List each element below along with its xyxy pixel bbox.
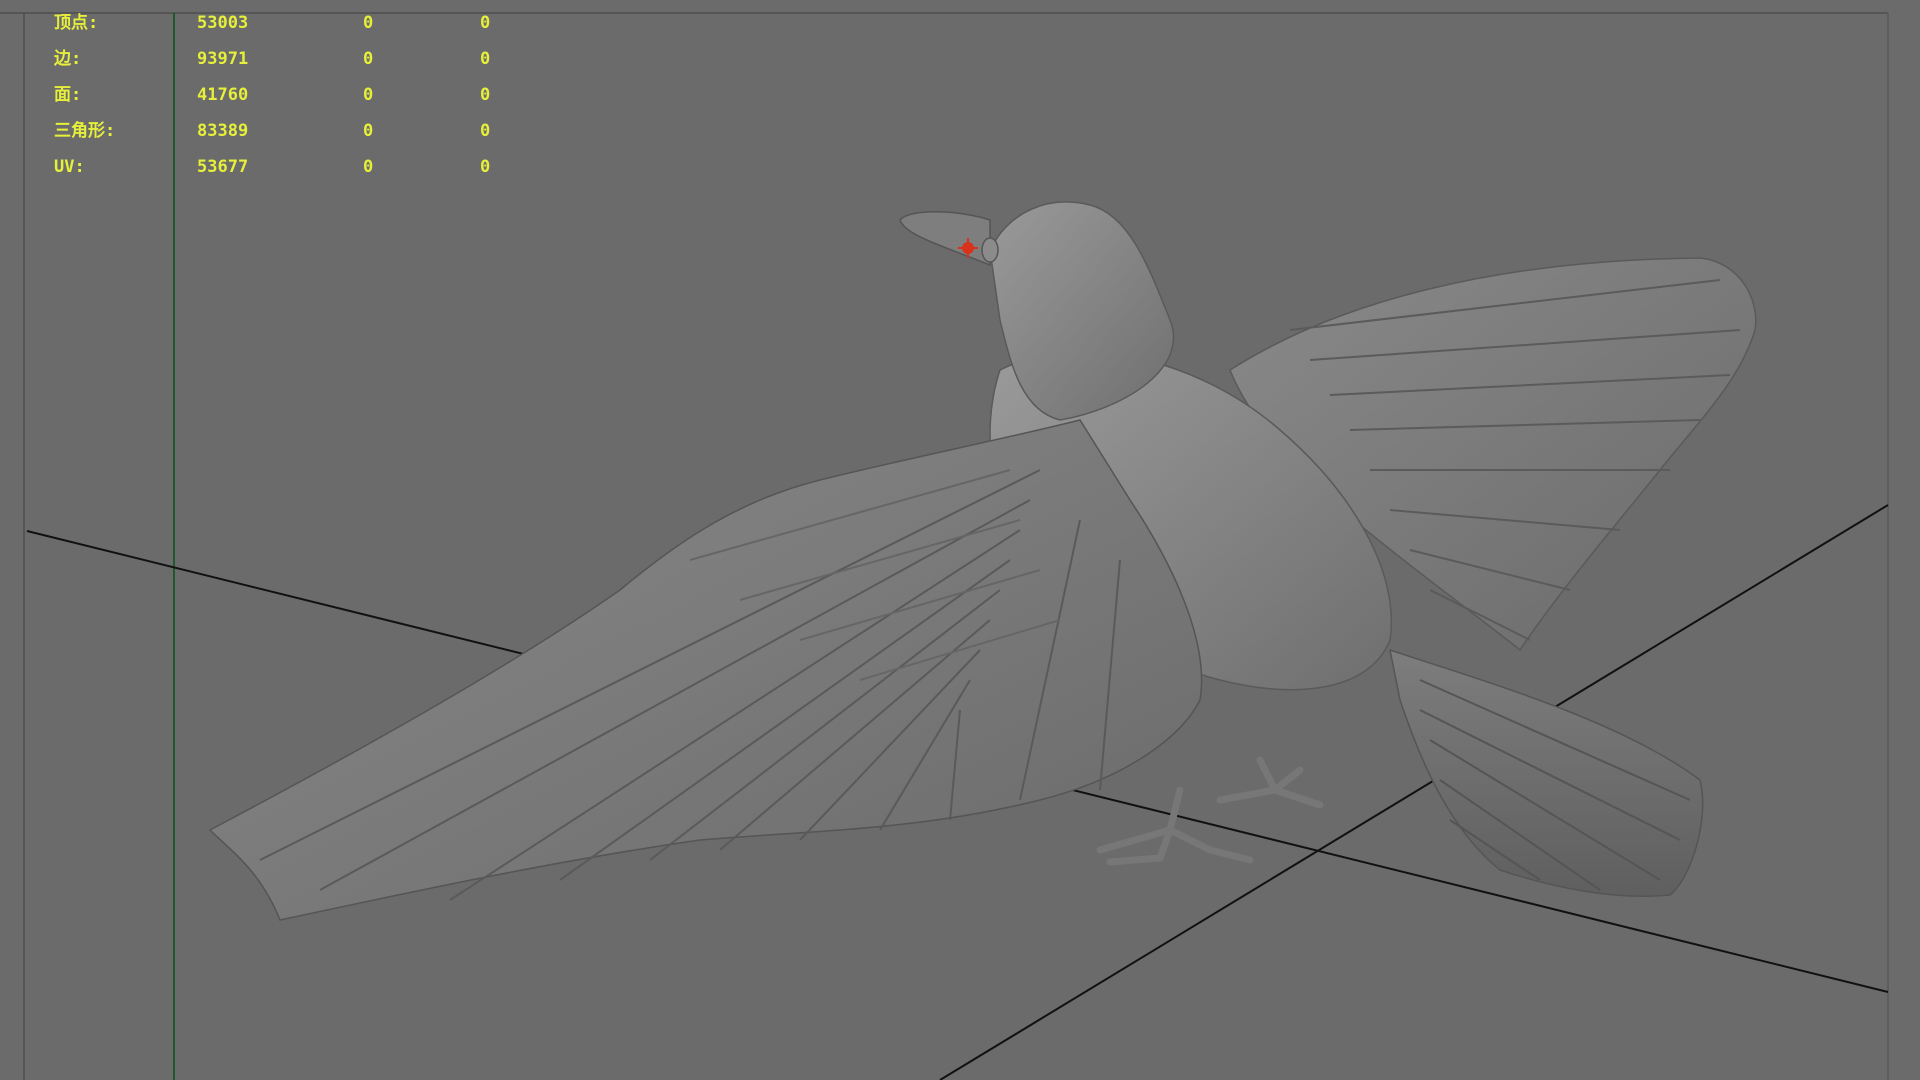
hud-label: 三角形:	[54, 121, 116, 141]
hud-value: 0	[363, 85, 374, 105]
hud-value: 0	[480, 157, 491, 177]
poly-count-hud: 顶点: 53003 0 0 边: 93971 0 0 面: 41760 0 0 …	[0, 0, 560, 190]
hud-value: 0	[480, 13, 491, 33]
hud-value: 41760	[197, 85, 249, 105]
hud-label: 面:	[54, 85, 82, 105]
eye	[981, 237, 999, 263]
tail	[1389, 648, 1704, 897]
hud-value: 0	[480, 85, 491, 105]
hud-label: UV:	[54, 157, 85, 177]
hud-value: 0	[363, 49, 374, 69]
hud-label: 边:	[54, 49, 82, 69]
hud-value: 0	[363, 157, 374, 177]
hud-value: 83389	[197, 121, 249, 141]
hud-value: 53677	[197, 157, 249, 177]
hud-row-uvs: UV: 53677 0 0	[0, 149, 560, 185]
hud-value: 0	[480, 49, 491, 69]
head	[899, 201, 1175, 421]
hud-value: 0	[363, 13, 374, 33]
hud-value: 93971	[197, 49, 249, 69]
hud-value: 0	[363, 121, 374, 141]
hud-row-triangles: 三角形: 83389 0 0	[0, 113, 560, 149]
hud-value: 0	[480, 121, 491, 141]
left-wing	[208, 419, 1203, 921]
hud-row-vertices: 顶点: 53003 0 0	[0, 5, 560, 41]
hud-row-edges: 边: 93971 0 0	[0, 41, 560, 77]
hud-row-faces: 面: 41760 0 0	[0, 77, 560, 113]
feet	[1096, 756, 1324, 866]
3d-viewport[interactable]: 顶点: 53003 0 0 边: 93971 0 0 面: 41760 0 0 …	[0, 0, 1920, 1080]
raven-model[interactable]	[208, 201, 1757, 921]
hud-label: 顶点:	[54, 13, 99, 33]
hud-value: 53003	[197, 13, 249, 33]
